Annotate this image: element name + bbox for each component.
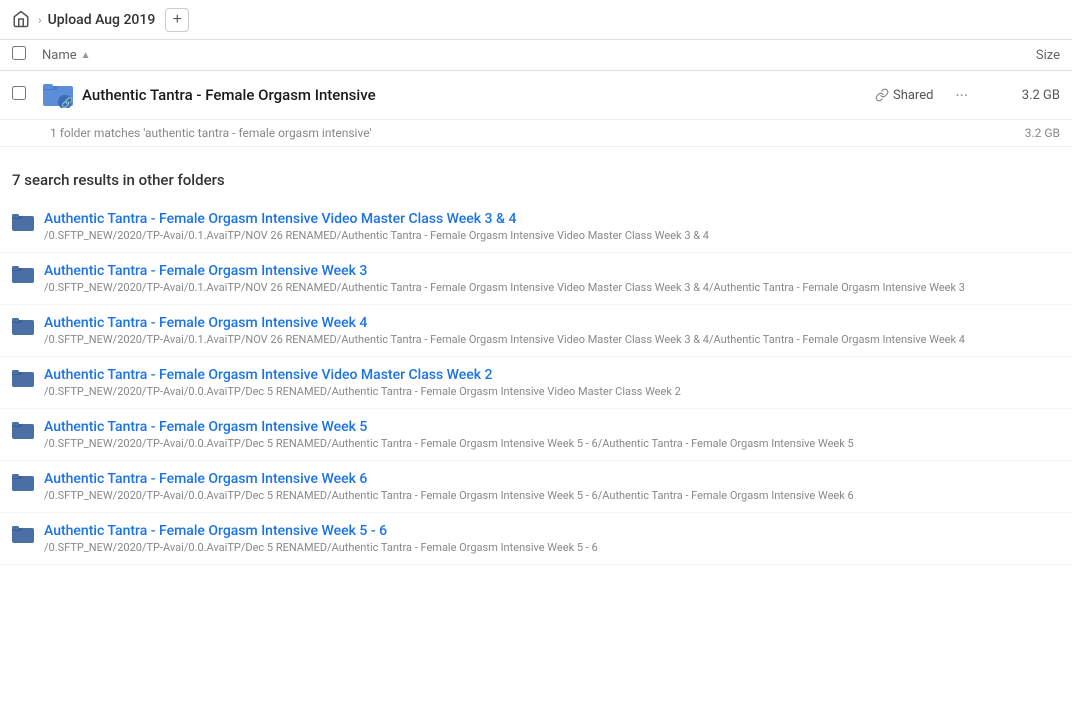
match-info-row: 1 folder matches 'authentic tantra - fem… bbox=[0, 120, 1072, 147]
folder-icon bbox=[12, 265, 34, 289]
result-item[interactable]: Authentic Tantra - Female Orgasm Intensi… bbox=[0, 357, 1072, 409]
name-column-header[interactable]: Name ▲ bbox=[42, 48, 980, 63]
folder-icon bbox=[12, 213, 34, 237]
main-result-name: Authentic Tantra - Female Orgasm Intensi… bbox=[82, 86, 875, 104]
result-path: /0.SFTP_NEW/2020/TP-Avai/0.0.AvaiTP/Dec … bbox=[44, 541, 598, 554]
result-path: /0.SFTP_NEW/2020/TP-Avai/0.1.AvaiTP/NOV … bbox=[44, 281, 965, 294]
main-result-folder-icon: 🔗 bbox=[42, 79, 74, 111]
folder-icon bbox=[12, 369, 34, 393]
breadcrumb-arrow: › bbox=[38, 13, 42, 27]
result-path: /0.SFTP_NEW/2020/TP-Avai/0.0.AvaiTP/Dec … bbox=[44, 437, 854, 450]
folder-icon bbox=[12, 421, 34, 445]
main-result-size: 3.2 GB bbox=[990, 88, 1060, 103]
result-item[interactable]: Authentic Tantra - Female Orgasm Intensi… bbox=[0, 513, 1072, 565]
link-icon bbox=[875, 88, 889, 102]
folder-icon bbox=[12, 317, 34, 341]
main-result-checkbox-area[interactable] bbox=[12, 86, 42, 104]
result-item[interactable]: Authentic Tantra - Female Orgasm Intensi… bbox=[0, 305, 1072, 357]
result-name: Authentic Tantra - Female Orgasm Intensi… bbox=[44, 367, 681, 383]
svg-text:🔗: 🔗 bbox=[61, 96, 73, 108]
result-name: Authentic Tantra - Female Orgasm Intensi… bbox=[44, 263, 965, 279]
main-result-row[interactable]: 🔗 Authentic Tantra - Female Orgasm Inten… bbox=[0, 71, 1072, 120]
result-name: Authentic Tantra - Female Orgasm Intensi… bbox=[44, 471, 854, 487]
size-column-header: Size bbox=[980, 48, 1060, 63]
add-button[interactable]: + bbox=[165, 8, 189, 32]
main-result-checkbox[interactable] bbox=[12, 86, 26, 100]
select-all-checkbox[interactable] bbox=[12, 46, 26, 60]
result-item[interactable]: Authentic Tantra - Female Orgasm Intensi… bbox=[0, 461, 1072, 513]
breadcrumb-title: Upload Aug 2019 bbox=[48, 12, 156, 28]
folder-icon bbox=[12, 525, 34, 549]
result-item[interactable]: Authentic Tantra - Female Orgasm Intensi… bbox=[0, 201, 1072, 253]
result-path: /0.SFTP_NEW/2020/TP-Avai/0.1.AvaiTP/NOV … bbox=[44, 333, 965, 346]
more-options-button[interactable]: ··· bbox=[949, 84, 974, 107]
shared-badge: Shared bbox=[875, 88, 933, 103]
result-item[interactable]: Authentic Tantra - Female Orgasm Intensi… bbox=[0, 409, 1072, 461]
result-name: Authentic Tantra - Female Orgasm Intensi… bbox=[44, 419, 854, 435]
result-path: /0.SFTP_NEW/2020/TP-Avai/0.1.AvaiTP/NOV … bbox=[44, 229, 709, 242]
other-results-header: 7 search results in other folders bbox=[0, 147, 1072, 201]
match-info-text: 1 folder matches 'authentic tantra - fem… bbox=[50, 126, 372, 140]
folder-icon bbox=[12, 473, 34, 497]
result-name: Authentic Tantra - Female Orgasm Intensi… bbox=[44, 315, 965, 331]
result-path: /0.SFTP_NEW/2020/TP-Avai/0.0.AvaiTP/Dec … bbox=[44, 489, 854, 502]
result-name: Authentic Tantra - Female Orgasm Intensi… bbox=[44, 523, 598, 539]
result-list: Authentic Tantra - Female Orgasm Intensi… bbox=[0, 201, 1072, 565]
shared-label: Shared bbox=[893, 88, 933, 103]
result-name: Authentic Tantra - Female Orgasm Intensi… bbox=[44, 211, 709, 227]
result-item[interactable]: Authentic Tantra - Female Orgasm Intensi… bbox=[0, 253, 1072, 305]
select-all-checkbox-area[interactable] bbox=[12, 46, 42, 64]
result-path: /0.SFTP_NEW/2020/TP-Avai/0.0.AvaiTP/Dec … bbox=[44, 385, 681, 398]
sort-arrow-icon: ▲ bbox=[81, 50, 91, 61]
column-headers: Name ▲ Size bbox=[0, 40, 1072, 71]
match-info-size: 3.2 GB bbox=[1025, 126, 1060, 140]
header: › Upload Aug 2019 + bbox=[0, 0, 1072, 40]
home-icon[interactable] bbox=[12, 10, 32, 30]
